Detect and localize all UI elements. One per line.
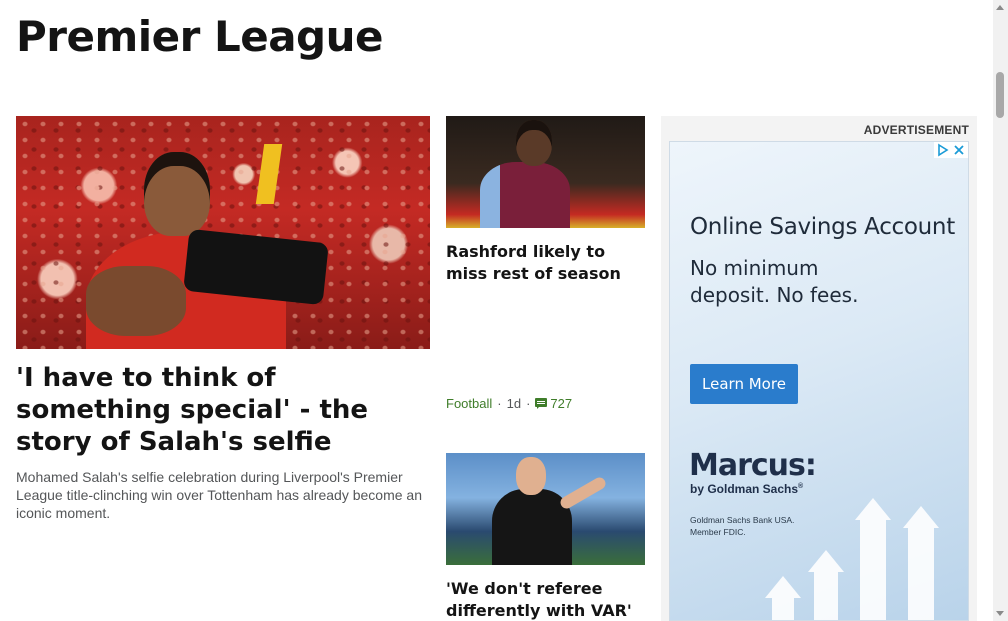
player-shirt [480,162,570,228]
arrow-graphic [814,572,838,620]
referee-head [516,457,546,495]
story-headline[interactable]: Rashford likely to miss rest of season [446,241,645,285]
adchoices-icon[interactable] [936,143,950,157]
lead-story-summary: Mohamed Salah's selfie celebration durin… [16,469,422,521]
comments-count: 727 [550,396,573,411]
comments-link[interactable]: 727 [535,396,572,411]
player-hand [86,266,186,336]
scroll-thumb[interactable] [996,72,1004,118]
advertisement-banner[interactable]: Online Savings Account No minimum deposi… [669,141,969,621]
scroll-up-icon[interactable] [996,5,1004,10]
story-meta: Football · 1d · 727 [446,396,572,411]
lead-story-headline[interactable]: 'I have to think of something special' -… [16,362,430,458]
registered-mark: ® [798,483,804,490]
story-age: 1d [506,396,522,411]
learn-more-button[interactable]: Learn More [690,364,798,404]
ad-choices[interactable] [934,142,968,158]
ad-heading: Online Savings Account [690,214,955,240]
close-icon[interactable] [952,143,966,157]
arrow-graphic [908,528,934,620]
meta-separator: · [526,396,531,411]
arrow-graphic [860,520,886,620]
ad-brand-sub-text: by Goldman Sachs [690,482,799,496]
meta-separator: · [497,396,502,411]
lead-story-image[interactable] [16,116,430,349]
page-scrollbar[interactable] [993,0,1008,621]
scroll-down-icon[interactable] [996,611,1004,616]
referee-arm [558,475,608,511]
story-card[interactable]: 'We don't referee differently with VAR' [446,453,645,621]
arrow-graphic [772,598,794,620]
ad-legal-text: Goldman Sachs Bank USA. Member FDIC. [690,515,795,537]
ad-brand-sub: by Goldman Sachs® [690,482,803,496]
ad-body: No minimum deposit. No fees. [690,256,859,307]
story-card[interactable]: Rashford likely to miss rest of season [446,116,645,285]
lead-story[interactable]: 'I have to think of something special' -… [16,116,430,522]
player-head [516,120,552,166]
story-image[interactable] [446,116,645,228]
story-topic-link[interactable]: Football [446,396,492,411]
story-headline[interactable]: 'We don't referee differently with VAR' [446,578,645,621]
comment-icon [535,398,548,409]
page-title: Premier League [16,12,384,61]
advertisement-label: ADVERTISEMENT [863,123,969,137]
story-image[interactable] [446,453,645,565]
advertisement-slot: ADVERTISEMENT Online Savings Account No … [661,116,977,621]
ad-brand-logo: Marcus: [689,448,817,483]
player-head [144,152,210,236]
